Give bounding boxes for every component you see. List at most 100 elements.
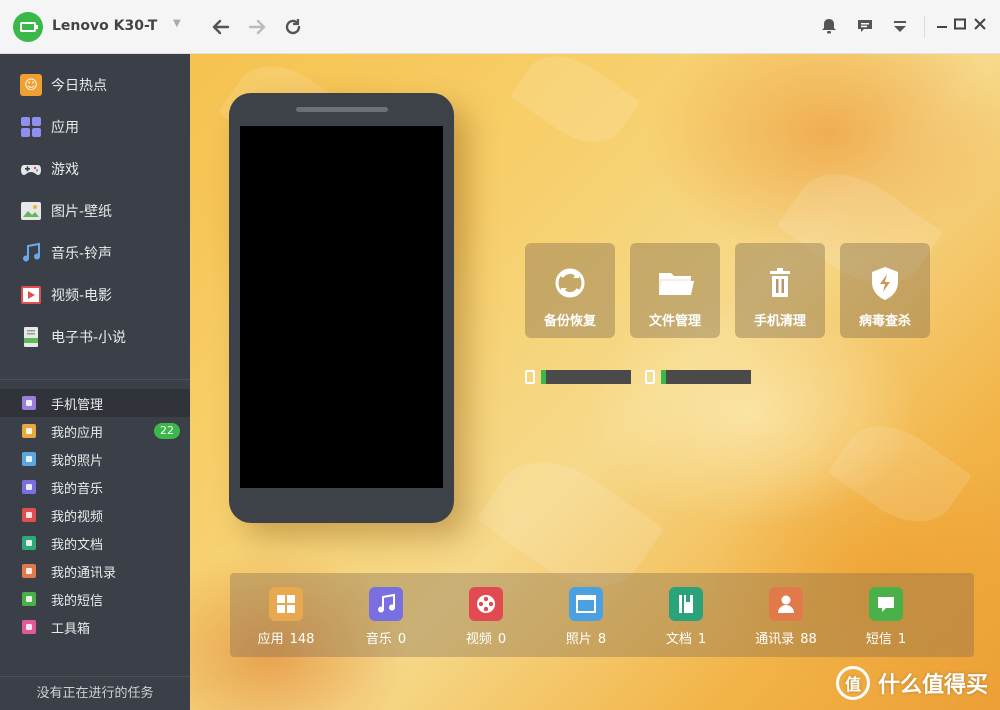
backup-restore-button[interactable]: 备份恢复	[525, 243, 615, 338]
battery-icon[interactable]	[13, 12, 43, 42]
forward-arrow-icon[interactable]	[246, 16, 268, 38]
sidebar: ☺ 今日热点 应用 游戏 图片-壁纸 音乐-铃声 视频-电影 电子书-小说 手机…	[0, 54, 190, 710]
apps-grid-icon	[269, 587, 303, 621]
category-sms[interactable]: 短信 1	[836, 587, 936, 647]
sidebar-item-my-photos[interactable]: 我的照片	[0, 445, 190, 473]
title-separator	[924, 16, 925, 38]
back-arrow-icon[interactable]	[210, 16, 232, 38]
my-sms-icon	[22, 592, 36, 606]
backup-restore-icon	[551, 265, 589, 301]
sidebar-item-phone-manage[interactable]: 手机管理	[0, 389, 190, 417]
maximize-icon[interactable]	[950, 17, 970, 37]
category-label: 短信	[865, 632, 892, 647]
sidebar-item-hot-news[interactable]: ☺ 今日热点	[0, 64, 190, 106]
bell-icon[interactable]	[819, 17, 839, 37]
sidebar-item-my-sms[interactable]: 我的短信	[0, 585, 190, 613]
category-count: 0	[397, 632, 407, 647]
background-leaf	[827, 406, 973, 542]
trash-icon	[761, 265, 799, 301]
category-panel: 应用 148 音乐 0 视频 0 照片 8 文档 1 通讯录 88 短信 1	[230, 573, 974, 657]
category-contacts[interactable]: 通讯录 88	[736, 587, 836, 647]
photo-frame-icon	[569, 587, 603, 621]
picture-icon	[20, 200, 42, 222]
virus-scan-button[interactable]: 病毒查杀	[840, 243, 930, 338]
sidebar-item-label: 我的文档	[51, 537, 104, 553]
device-name[interactable]: Lenovo K30-T	[52, 18, 157, 34]
category-count: 88	[800, 632, 817, 647]
my-contacts-icon	[22, 564, 36, 578]
sidebar-divider	[0, 379, 190, 380]
sidebar-item-my-video[interactable]: 我的视频	[0, 501, 190, 529]
category-documents[interactable]: 文档 1	[636, 587, 736, 647]
sidebar-item-label: 我的短信	[51, 593, 104, 609]
main-panel: 备份恢复 文件管理 手机清理 病毒查杀 应用 148 音乐 0 视频 0 照片 …	[190, 54, 1000, 710]
category-apps[interactable]: 应用 148	[236, 587, 336, 647]
film-reel-icon	[469, 587, 503, 621]
my-apps-icon	[22, 424, 36, 438]
sd-storage-fill	[661, 370, 667, 384]
refresh-icon[interactable]	[282, 16, 304, 38]
sd-storage	[645, 369, 751, 385]
phone-cleanup-button[interactable]: 手机清理	[735, 243, 825, 338]
contact-icon	[769, 587, 803, 621]
sidebar-item-toolbox[interactable]: 工具箱	[0, 613, 190, 641]
chat-bubble-icon	[869, 587, 903, 621]
message-icon[interactable]	[855, 17, 875, 37]
sidebar-item-label: 工具箱	[51, 621, 91, 637]
category-video[interactable]: 视频 0	[436, 587, 536, 647]
sidebar-item-ebooks[interactable]: 电子书-小说	[0, 316, 190, 358]
sidebar-item-label: 我的视频	[51, 509, 104, 525]
category-label: 应用	[257, 632, 284, 647]
sidebar-item-label: 游戏	[51, 162, 79, 178]
sidebar-item-label: 手机管理	[51, 397, 104, 413]
phone-speaker	[296, 107, 388, 112]
phone-screen[interactable]	[240, 126, 443, 488]
tool-label: 病毒查杀	[858, 314, 911, 329]
music-note-icon	[369, 587, 403, 621]
gamepad-icon	[20, 158, 42, 180]
menu-icon[interactable]	[890, 17, 910, 37]
sidebar-item-music[interactable]: 音乐-铃声	[0, 232, 190, 274]
video-icon	[20, 284, 42, 306]
my-music-icon	[22, 480, 36, 494]
file-manager-button[interactable]: 文件管理	[630, 243, 720, 338]
sidebar-item-label: 应用	[51, 120, 79, 136]
phone-storage	[525, 369, 631, 385]
folder-icon	[656, 265, 694, 301]
sidebar-item-label: 我的通讯录	[51, 565, 117, 581]
sd-card-icon	[645, 370, 655, 384]
tool-label: 文件管理	[648, 314, 701, 329]
watermark-text: 什么值得买	[877, 673, 988, 698]
phone-storage-fill	[541, 370, 547, 384]
phone-storage-bar	[541, 370, 631, 384]
sidebar-item-games[interactable]: 游戏	[0, 148, 190, 190]
close-icon[interactable]	[970, 17, 990, 37]
category-label: 视频	[465, 632, 492, 647]
ebook-icon	[20, 326, 42, 348]
sidebar-item-label: 音乐-铃声	[51, 246, 113, 262]
category-count: 8	[597, 632, 607, 647]
tool-label: 手机清理	[753, 314, 806, 329]
sidebar-item-my-music[interactable]: 我的音乐	[0, 473, 190, 501]
category-photos[interactable]: 照片 8	[536, 587, 636, 647]
hot-news-icon: ☺	[20, 74, 42, 96]
sidebar-item-my-docs[interactable]: 我的文档	[0, 529, 190, 557]
sidebar-item-label: 视频-电影	[51, 288, 113, 304]
sidebar-item-my-contacts[interactable]: 我的通讯录	[0, 557, 190, 585]
sidebar-item-video[interactable]: 视频-电影	[0, 274, 190, 316]
sidebar-item-my-apps[interactable]: 我的应用 22	[0, 417, 190, 445]
sidebar-item-pictures[interactable]: 图片-壁纸	[0, 190, 190, 232]
category-label: 音乐	[365, 632, 392, 647]
sidebar-item-apps[interactable]: 应用	[0, 106, 190, 148]
category-music[interactable]: 音乐 0	[336, 587, 436, 647]
phone-manage-menu: 手机管理 我的应用 22 我的照片 我的音乐 我的视频 我的文档 我的通讯录 我…	[0, 389, 190, 641]
watermark-logo: 值	[835, 666, 870, 700]
chevron-down-icon[interactable]: ▼	[173, 18, 181, 29]
music-note-icon	[20, 242, 42, 264]
watermark: 值 什么值得买	[835, 666, 988, 700]
phone-manage-icon	[22, 396, 36, 410]
category-label: 文档	[665, 632, 692, 647]
apps-icon	[20, 116, 42, 138]
minimize-icon[interactable]	[932, 17, 952, 37]
sd-storage-bar	[661, 370, 751, 384]
